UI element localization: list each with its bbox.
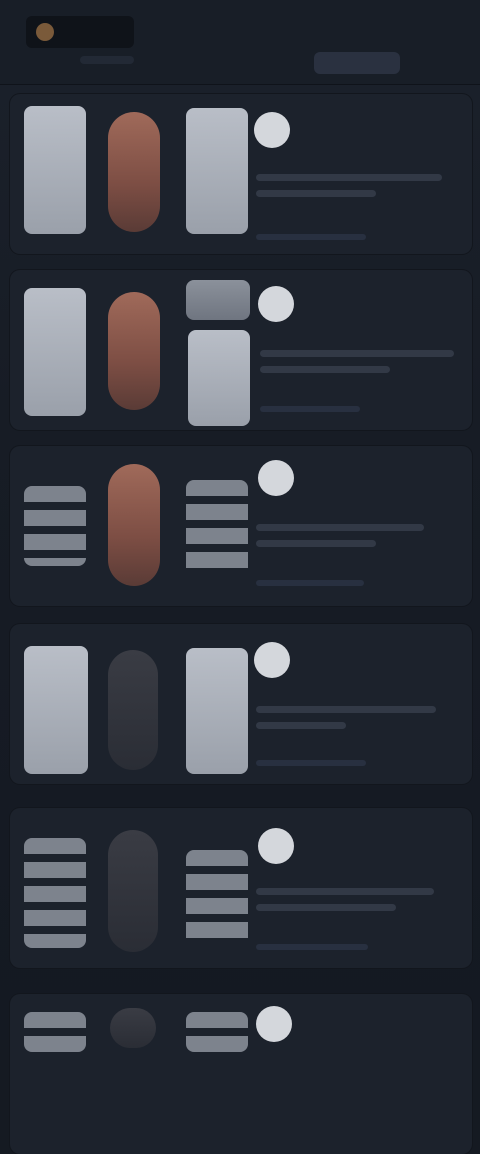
card-description: [256, 540, 376, 547]
product-image[interactable]: [108, 650, 158, 770]
product-image[interactable]: [108, 292, 160, 410]
card-meta: [256, 234, 366, 240]
product-image[interactable]: [108, 464, 160, 586]
avatar[interactable]: [258, 460, 294, 496]
card-meta: [260, 406, 360, 412]
card-meta: [256, 580, 364, 586]
logo-icon: [36, 23, 54, 41]
app-logo[interactable]: [26, 16, 134, 48]
feed-card[interactable]: [10, 624, 472, 784]
product-image[interactable]: [186, 850, 248, 946]
card-description: [256, 722, 346, 729]
card-description: [256, 706, 436, 713]
feed-card[interactable]: [10, 994, 472, 1154]
product-image[interactable]: [24, 646, 88, 774]
product-image[interactable]: [108, 112, 160, 232]
avatar[interactable]: [258, 828, 294, 864]
product-image[interactable]: [24, 106, 86, 234]
card-description: [256, 524, 424, 531]
product-image[interactable]: [186, 280, 250, 320]
product-image[interactable]: [186, 648, 248, 774]
product-image[interactable]: [186, 480, 248, 576]
avatar[interactable]: [256, 1006, 292, 1042]
card-meta: [256, 944, 368, 950]
feed-card[interactable]: [10, 270, 472, 430]
card-description: [256, 174, 442, 181]
card-meta: [256, 760, 366, 766]
card-description: [256, 888, 434, 895]
header-action-button[interactable]: [314, 52, 400, 74]
product-image[interactable]: [108, 830, 158, 952]
avatar[interactable]: [258, 286, 294, 322]
feed-card[interactable]: [10, 808, 472, 968]
product-image[interactable]: [186, 108, 248, 234]
card-description: [256, 190, 376, 197]
product-image[interactable]: [110, 1008, 156, 1048]
avatar[interactable]: [254, 642, 290, 678]
header-subtitle: [80, 56, 134, 64]
card-description: [260, 350, 454, 357]
feed-card[interactable]: [10, 446, 472, 606]
top-bar: [0, 0, 480, 84]
product-image[interactable]: [24, 486, 86, 566]
product-image[interactable]: [24, 1012, 86, 1052]
avatar[interactable]: [254, 112, 290, 148]
header-divider: [0, 84, 480, 85]
product-image[interactable]: [186, 1012, 248, 1052]
card-description: [256, 904, 396, 911]
feed-card[interactable]: [10, 94, 472, 254]
app-screen: [0, 0, 480, 1154]
card-description: [260, 366, 390, 373]
product-image[interactable]: [24, 288, 86, 416]
product-image[interactable]: [188, 330, 250, 426]
product-image[interactable]: [24, 838, 86, 948]
